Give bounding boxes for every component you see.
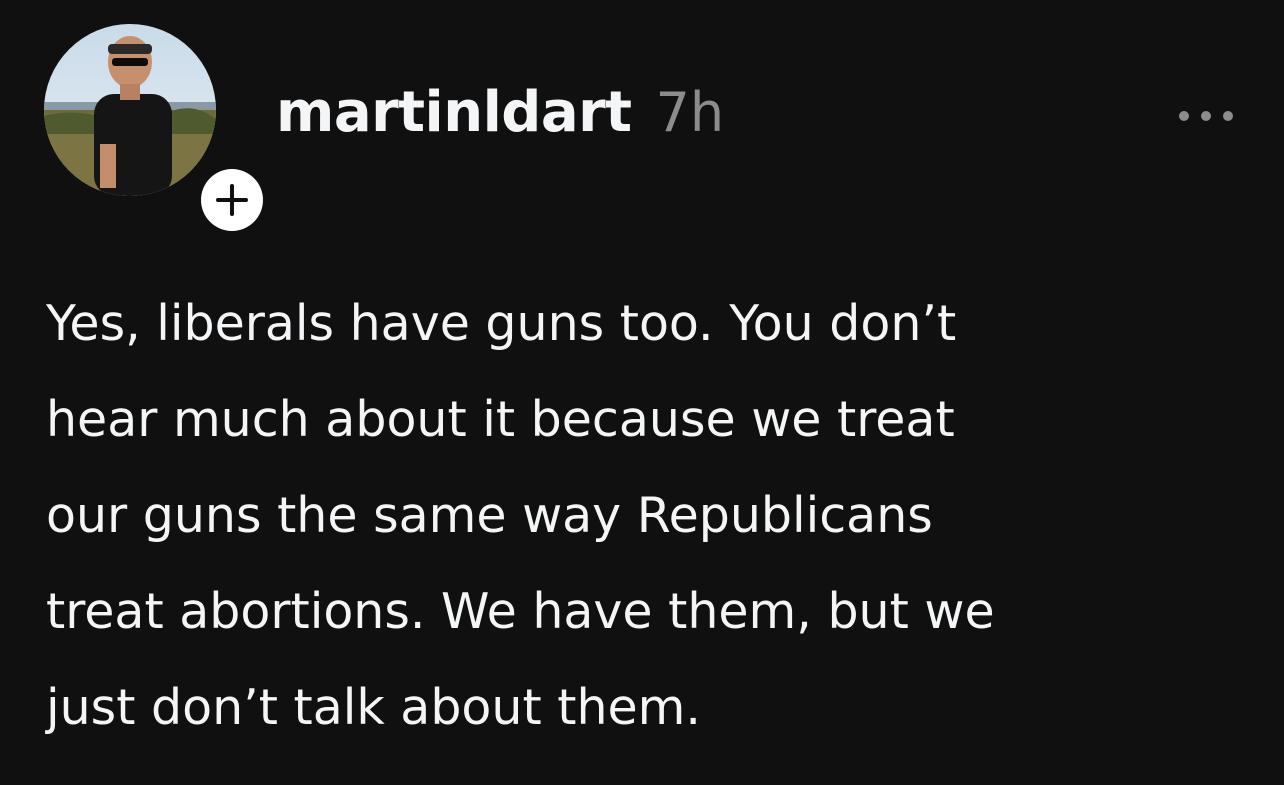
post-text-line: Yes, liberals have guns too. You don’t — [46, 295, 957, 352]
follow-button-circle — [201, 169, 263, 231]
thread-post: martinldart 7h Yes, liberals have guns t… — [0, 0, 1284, 785]
post-text-line: just don’t talk about them. — [46, 679, 701, 736]
post-text-line: hear much about it because we treat — [46, 391, 955, 448]
profile-photo-icon — [44, 24, 216, 196]
more-options-button[interactable] — [1168, 96, 1244, 136]
avatar-container — [44, 24, 272, 240]
post-timestamp: 7h — [655, 81, 725, 144]
post-text-line: our guns the same way Republicans — [46, 487, 933, 544]
avatar[interactable] — [44, 24, 216, 196]
ellipsis-icon — [1179, 111, 1233, 121]
post-header: martinldart 7h — [276, 80, 724, 160]
follow-button[interactable] — [192, 160, 272, 240]
username-link[interactable]: martinldart — [276, 80, 632, 145]
post-body: Yes, liberals have guns too. You don’t h… — [46, 276, 1256, 756]
post-text-line: treat abortions. We have them, but we — [46, 583, 995, 640]
plus-icon — [216, 184, 248, 216]
